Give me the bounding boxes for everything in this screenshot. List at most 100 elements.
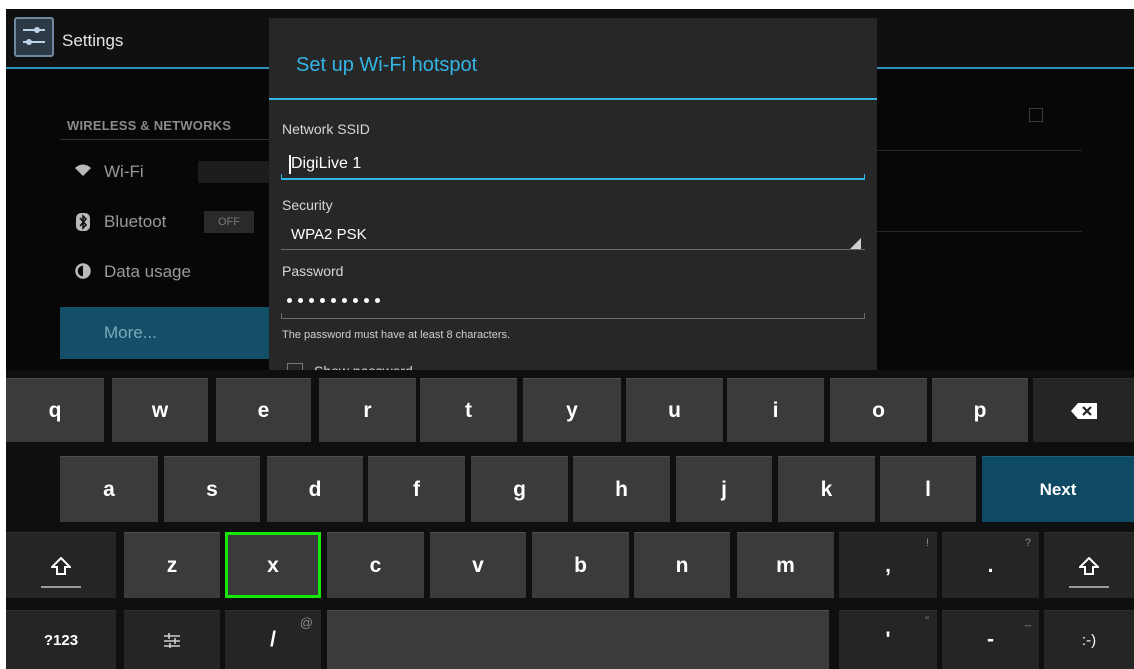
password-hint: The password must have at least 8 charac… bbox=[282, 329, 511, 341]
background-checkbox[interactable] bbox=[1029, 108, 1043, 122]
key-comma[interactable]: , ! bbox=[839, 532, 937, 598]
password-dot bbox=[342, 298, 347, 303]
password-dot bbox=[309, 298, 314, 303]
password-underline bbox=[281, 313, 865, 319]
key-s[interactable]: s bbox=[164, 456, 260, 522]
shift-icon bbox=[1079, 556, 1099, 575]
security-underline bbox=[281, 249, 865, 250]
dialog-title-divider bbox=[269, 98, 877, 100]
password-dot bbox=[375, 298, 380, 303]
password-input[interactable] bbox=[287, 288, 386, 307]
key-z[interactable]: z bbox=[124, 532, 220, 598]
bluetooth-icon bbox=[74, 213, 92, 231]
password-dot bbox=[298, 298, 303, 303]
key-apostrophe-alt: " bbox=[925, 615, 929, 627]
key-period[interactable]: . ? bbox=[942, 532, 1039, 598]
section-divider bbox=[60, 139, 280, 140]
shift-key-left[interactable] bbox=[6, 532, 116, 598]
spinner-arrow-icon[interactable] bbox=[850, 238, 861, 249]
key-k[interactable]: k bbox=[778, 456, 875, 522]
key-g[interactable]: g bbox=[471, 456, 568, 522]
settings-sliders-icon[interactable] bbox=[14, 17, 54, 57]
key-d[interactable]: d bbox=[267, 456, 363, 522]
data-usage-icon bbox=[74, 263, 92, 281]
key-m[interactable]: m bbox=[737, 532, 834, 598]
smiley-key-label: :-) bbox=[1081, 631, 1097, 649]
key-dash[interactable]: - _ bbox=[942, 610, 1039, 669]
ssid-input[interactable]: DigiLive 1 bbox=[291, 155, 361, 173]
key-x[interactable]: x bbox=[225, 532, 321, 598]
shift-key-right[interactable] bbox=[1044, 532, 1134, 598]
key-l[interactable]: l bbox=[880, 456, 976, 522]
wifi-icon bbox=[74, 163, 92, 181]
key-r[interactable]: r bbox=[319, 378, 416, 442]
ssid-label: Network SSID bbox=[282, 121, 370, 137]
password-dot bbox=[287, 298, 292, 303]
dialog-title: Set up Wi-Fi hotspot bbox=[296, 54, 478, 76]
password-label: Password bbox=[282, 263, 344, 279]
soft-keyboard: q w e r t y u i o p a s d f g h j k l Ne… bbox=[6, 370, 1134, 669]
key-w[interactable]: w bbox=[112, 378, 208, 442]
device-screen: Settings WIRELESS & NETWORKS Wi-Fi Bluet… bbox=[6, 9, 1134, 669]
key-u[interactable]: u bbox=[626, 378, 723, 442]
settings-item-label: Bluetoot bbox=[104, 212, 167, 231]
symbols-key[interactable]: ?123 bbox=[6, 610, 116, 669]
key-e[interactable]: e bbox=[216, 378, 311, 442]
key-t[interactable]: t bbox=[420, 378, 517, 442]
shift-icon bbox=[51, 556, 71, 575]
text-cursor bbox=[289, 155, 291, 174]
key-slash-alt: @ bbox=[299, 615, 313, 630]
backspace-icon bbox=[1070, 402, 1097, 419]
settings-item-data-usage[interactable]: Data usage bbox=[60, 248, 280, 298]
key-v[interactable]: v bbox=[430, 532, 526, 598]
ssid-input-underline bbox=[281, 174, 865, 180]
key-period-alt: ? bbox=[1024, 537, 1031, 549]
key-q[interactable]: q bbox=[6, 378, 104, 442]
app-title: Settings bbox=[62, 31, 124, 50]
password-dot bbox=[353, 298, 358, 303]
section-header: WIRELESS & NETWORKS bbox=[67, 118, 232, 133]
divider bbox=[876, 231, 1082, 232]
password-dot bbox=[331, 298, 336, 303]
key-b[interactable]: b bbox=[532, 532, 629, 598]
symbols-key-label: ?123 bbox=[43, 631, 79, 649]
security-select[interactable]: WPA2 PSK bbox=[291, 226, 367, 243]
key-y[interactable]: y bbox=[523, 378, 621, 442]
key-f[interactable]: f bbox=[368, 456, 465, 522]
key-dash-label: - bbox=[987, 628, 994, 651]
key-apostrophe[interactable]: ' " bbox=[839, 610, 937, 669]
backspace-key[interactable] bbox=[1033, 378, 1134, 442]
settings-item-label: Data usage bbox=[104, 262, 191, 281]
key-comma-alt: ! bbox=[925, 537, 929, 549]
key-apostrophe-label: ' bbox=[885, 628, 891, 651]
smiley-key[interactable]: :-) bbox=[1044, 610, 1134, 669]
key-slash[interactable]: / @ bbox=[225, 610, 321, 669]
wifi-hotspot-dialog: Set up Wi-Fi hotspot Network SSID DigiLi… bbox=[269, 18, 877, 379]
key-p[interactable]: p bbox=[932, 378, 1028, 442]
key-dash-alt: _ bbox=[1024, 615, 1031, 627]
divider bbox=[876, 150, 1082, 151]
wifi-toggle[interactable] bbox=[198, 161, 280, 183]
key-comma-label: , bbox=[885, 553, 891, 577]
key-period-label: . bbox=[987, 553, 994, 577]
key-h[interactable]: h bbox=[573, 456, 670, 522]
keyboard-settings-icon bbox=[163, 632, 181, 648]
key-n[interactable]: n bbox=[634, 532, 730, 598]
settings-item-label: Wi-Fi bbox=[104, 162, 144, 181]
settings-item-bluetooth[interactable]: Bluetoot OFF bbox=[60, 198, 280, 248]
key-i[interactable]: i bbox=[727, 378, 824, 442]
space-bar[interactable] bbox=[327, 610, 829, 669]
bluetooth-toggle[interactable]: OFF bbox=[204, 211, 254, 233]
keyboard-settings-key[interactable] bbox=[124, 610, 220, 669]
key-c[interactable]: c bbox=[327, 532, 424, 598]
security-label: Security bbox=[282, 197, 333, 213]
next-key[interactable]: Next bbox=[982, 456, 1134, 522]
settings-item-label: More... bbox=[104, 323, 157, 342]
password-dot bbox=[364, 298, 369, 303]
key-slash-label: / bbox=[270, 628, 276, 651]
settings-item-more[interactable]: More... bbox=[60, 307, 280, 359]
key-j[interactable]: j bbox=[676, 456, 772, 522]
key-a[interactable]: a bbox=[60, 456, 158, 522]
settings-item-wifi[interactable]: Wi-Fi bbox=[60, 148, 280, 198]
key-o[interactable]: o bbox=[830, 378, 927, 442]
